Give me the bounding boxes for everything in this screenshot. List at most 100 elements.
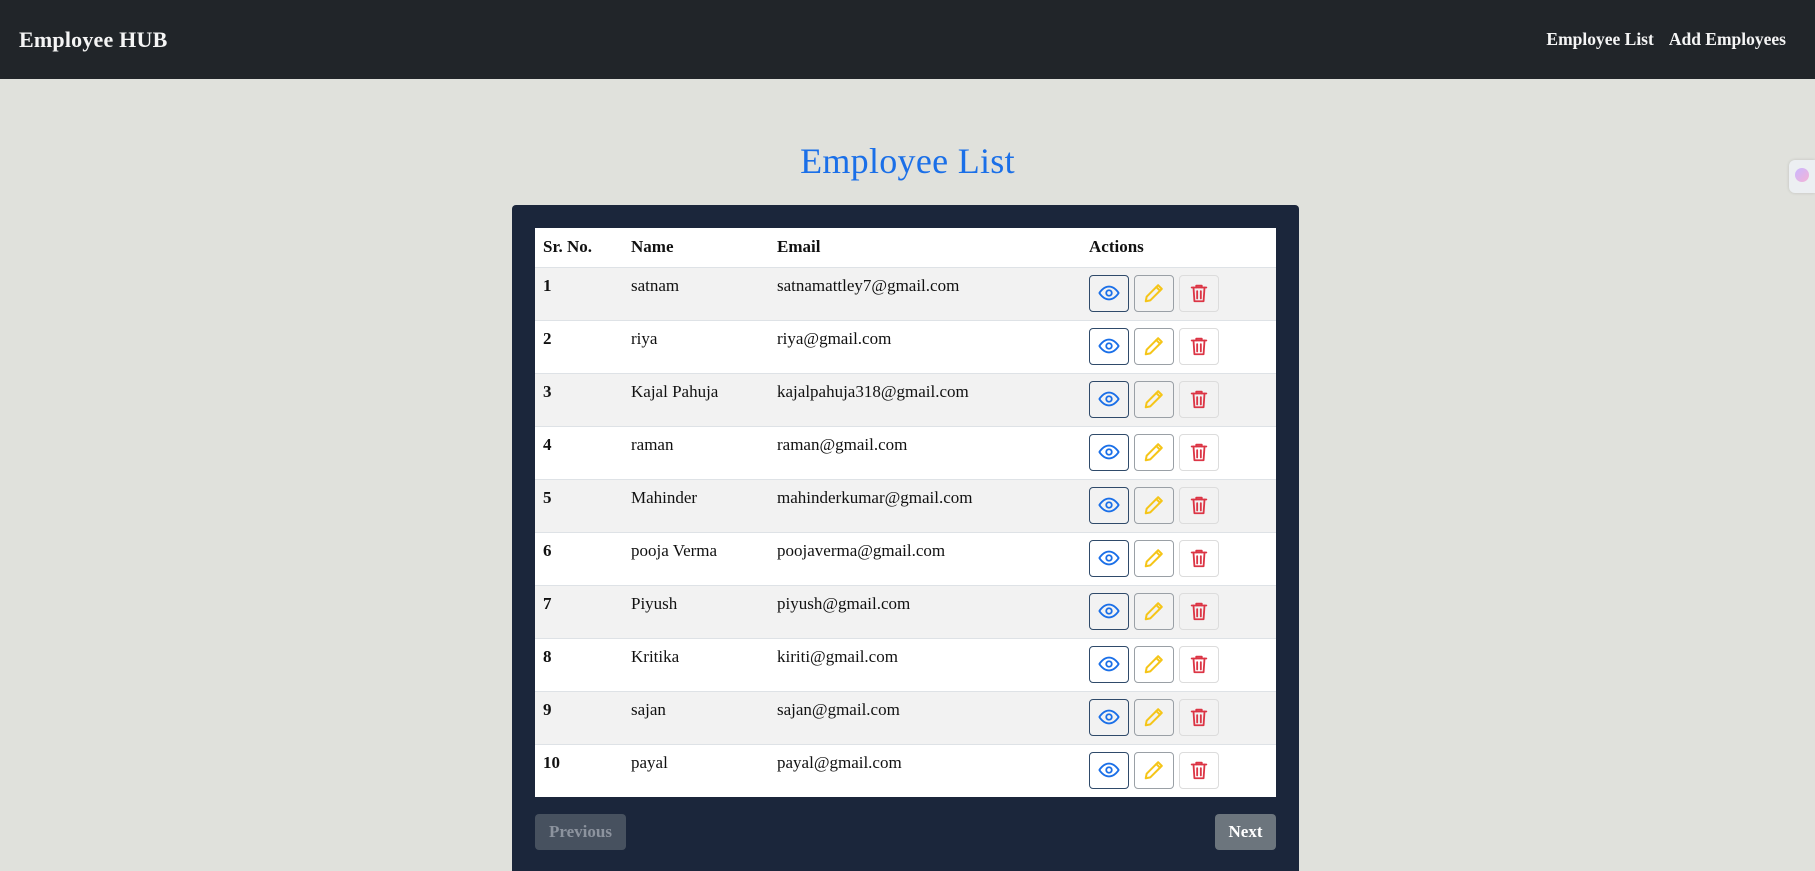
nav-employee-list[interactable]: Employee List [1546,29,1653,50]
eye-icon [1098,335,1120,357]
pencil-icon [1143,706,1165,728]
eye-icon [1098,494,1120,516]
table-row: 7 Piyush piyush@gmail.com [535,584,1276,638]
cell-sr-no: 2 [535,319,623,373]
cell-email: kiriti@gmail.com [769,637,1081,691]
cell-actions [1081,690,1276,744]
edit-button[interactable] [1134,539,1174,577]
trash-icon [1188,706,1210,728]
navbar: Employee HUB Employee List Add Employees [0,0,1815,79]
cell-email: kajalpahuja318@gmail.com [769,372,1081,426]
brand-logo[interactable]: Employee HUB [19,27,167,53]
cell-name: Kajal Pahuja [623,372,769,426]
edit-button[interactable] [1134,645,1174,683]
cell-name: pooja Verma [623,531,769,585]
nav-add-employees[interactable]: Add Employees [1669,29,1786,50]
view-button[interactable] [1089,698,1129,736]
table-container: Sr. No. Name Email Actions 1 satnam satnam… [535,228,1276,797]
pencil-icon [1143,759,1165,781]
view-button[interactable] [1089,274,1129,312]
cell-name: payal [623,743,769,797]
table-row: 3 Kajal Pahuja kajalpahuja318@gmail.com [535,372,1276,426]
edit-button[interactable] [1134,327,1174,365]
delete-button[interactable] [1179,380,1219,418]
cell-sr-no: 5 [535,478,623,532]
trash-icon [1188,547,1210,569]
table-row: 4 raman raman@gmail.com [535,425,1276,479]
cell-actions [1081,425,1276,479]
header-actions: Actions [1089,237,1144,257]
trash-icon [1188,388,1210,410]
view-button[interactable] [1089,433,1129,471]
eye-icon [1098,441,1120,463]
delete-button[interactable] [1179,592,1219,630]
cell-sr-no: 10 [535,743,623,797]
trash-icon [1188,441,1210,463]
eye-icon [1098,759,1120,781]
cell-actions [1081,637,1276,691]
table-row: 8 Kritika kiriti@gmail.com [535,637,1276,691]
edit-button[interactable] [1134,486,1174,524]
eye-icon [1098,706,1120,728]
table-row: 6 pooja Verma poojaverma@gmail.com [535,531,1276,585]
employee-table: Sr. No. Name Email Actions 1 satnam satnam… [535,228,1276,797]
delete-button[interactable] [1179,698,1219,736]
trash-icon [1188,282,1210,304]
cell-email: mahinderkumar@gmail.com [769,478,1081,532]
delete-button[interactable] [1179,539,1219,577]
view-button[interactable] [1089,592,1129,630]
view-button[interactable] [1089,327,1129,365]
cell-actions [1081,584,1276,638]
delete-button[interactable] [1179,645,1219,683]
cell-email: payal@gmail.com [769,743,1081,797]
cell-actions [1081,531,1276,585]
delete-button[interactable] [1179,751,1219,789]
cell-sr-no: 1 [535,266,623,320]
cell-name: satnam [623,266,769,320]
header-name: Name [631,237,674,257]
cell-actions [1081,743,1276,797]
trash-icon [1188,759,1210,781]
trash-icon [1188,600,1210,622]
table-row: 9 sajan sajan@gmail.com [535,690,1276,744]
view-button[interactable] [1089,751,1129,789]
cell-sr-no: 9 [535,690,623,744]
eye-icon [1098,600,1120,622]
pencil-icon [1143,600,1165,622]
pencil-icon [1143,494,1165,516]
header-email: Email [777,237,821,257]
delete-button[interactable] [1179,274,1219,312]
edit-button[interactable] [1134,698,1174,736]
eye-icon [1098,547,1120,569]
pencil-icon [1143,388,1165,410]
pencil-icon [1143,547,1165,569]
edit-button[interactable] [1134,592,1174,630]
view-button[interactable] [1089,645,1129,683]
side-extension-tab[interactable] [1789,160,1815,193]
previous-button[interactable]: Previous [535,814,626,850]
cell-name: riya [623,319,769,373]
cell-name: Piyush [623,584,769,638]
view-button[interactable] [1089,380,1129,418]
cell-email: raman@gmail.com [769,425,1081,479]
edit-button[interactable] [1134,751,1174,789]
cell-email: sajan@gmail.com [769,690,1081,744]
next-button[interactable]: Next [1215,814,1276,850]
view-button[interactable] [1089,539,1129,577]
view-button[interactable] [1089,486,1129,524]
table-row: 2 riya riya@gmail.com [535,319,1276,373]
cell-email: satnamattley7@gmail.com [769,266,1081,320]
delete-button[interactable] [1179,486,1219,524]
cell-sr-no: 4 [535,425,623,479]
cell-sr-no: 3 [535,372,623,426]
table-row: 5 Mahinder mahinderkumar@gmail.com [535,478,1276,532]
edit-button[interactable] [1134,274,1174,312]
cell-actions [1081,266,1276,320]
cell-email: riya@gmail.com [769,319,1081,373]
edit-button[interactable] [1134,380,1174,418]
cell-email: poojaverma@gmail.com [769,531,1081,585]
page-title: Employee List [800,141,1015,181]
delete-button[interactable] [1179,327,1219,365]
delete-button[interactable] [1179,433,1219,471]
edit-button[interactable] [1134,433,1174,471]
